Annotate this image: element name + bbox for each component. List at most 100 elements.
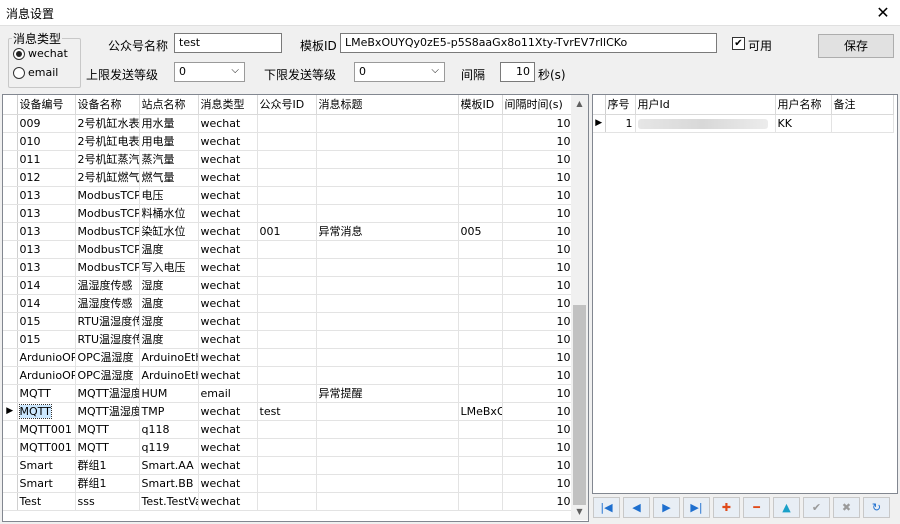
- table-cell[interactable]: 用水量: [139, 114, 199, 133]
- table-cell[interactable]: wechat: [198, 330, 258, 349]
- table-cell[interactable]: ModbusTCP1: [75, 258, 140, 277]
- table-cell[interactable]: [635, 114, 776, 133]
- table-cell[interactable]: ArdunioOPC: [17, 348, 76, 367]
- table-cell[interactable]: [458, 168, 503, 187]
- column-header[interactable]: 消息标题: [316, 95, 459, 115]
- table-cell[interactable]: [257, 456, 317, 475]
- table-cell[interactable]: ModbusTCP1: [75, 204, 140, 223]
- table-cell[interactable]: 异常提醒: [316, 384, 459, 403]
- table-cell[interactable]: [316, 240, 459, 259]
- table-cell[interactable]: [316, 402, 459, 421]
- table-cell[interactable]: wechat: [198, 204, 258, 223]
- table-cell[interactable]: 2号机缸燃气: [75, 168, 140, 187]
- table-cell[interactable]: 014: [17, 294, 76, 313]
- table-cell[interactable]: [257, 330, 317, 349]
- table-cell[interactable]: Smart.BB: [139, 474, 199, 493]
- table-cell[interactable]: [316, 420, 459, 439]
- table-cell[interactable]: [257, 204, 317, 223]
- table-cell[interactable]: 染缸水位: [139, 222, 199, 241]
- table-cell[interactable]: [458, 366, 503, 385]
- column-header[interactable]: 站点名称: [139, 95, 199, 115]
- table-cell[interactable]: RTU温湿度传: [75, 312, 140, 331]
- table-cell[interactable]: 013: [17, 186, 76, 205]
- table-cell[interactable]: 温湿度传感: [75, 294, 140, 313]
- table-row[interactable]: 011 2号机缸蒸汽 蒸汽量 wechat 10: [3, 150, 574, 169]
- radio-wechat[interactable]: wechat: [13, 47, 68, 60]
- table-cell[interactable]: [458, 258, 503, 277]
- radio-email-icon[interactable]: [13, 66, 25, 79]
- table-cell[interactable]: [316, 132, 459, 151]
- scroll-down-icon[interactable]: ▼: [571, 503, 588, 520]
- table-cell[interactable]: 10: [502, 492, 574, 511]
- column-header[interactable]: 消息类型: [198, 95, 258, 115]
- table-row[interactable]: MQTT001 MQTT q118 wechat 10: [3, 420, 574, 439]
- table-cell[interactable]: [257, 132, 317, 151]
- table-cell[interactable]: ModbusTCP1: [75, 240, 140, 259]
- table-cell[interactable]: [257, 384, 317, 403]
- table-cell[interactable]: 10: [502, 150, 574, 169]
- table-cell[interactable]: MQTT001: [17, 420, 76, 439]
- table-cell[interactable]: sss: [75, 492, 140, 511]
- table-cell[interactable]: [458, 204, 503, 223]
- table-cell[interactable]: LMeBxOU: [458, 402, 503, 421]
- table-cell[interactable]: [458, 348, 503, 367]
- table-cell[interactable]: 10: [502, 276, 574, 295]
- column-header[interactable]: 用户Id: [635, 95, 776, 115]
- table-cell[interactable]: [257, 186, 317, 205]
- refresh-record-button[interactable]: ↻: [863, 497, 890, 518]
- table-cell[interactable]: 2号机缸蒸汽: [75, 150, 140, 169]
- column-header[interactable]: 间隔时间(s): [502, 95, 574, 115]
- table-cell[interactable]: [458, 240, 503, 259]
- table-cell[interactable]: wechat: [198, 294, 258, 313]
- table-cell[interactable]: wechat: [198, 222, 258, 241]
- radio-wechat-icon[interactable]: [13, 47, 25, 60]
- table-cell[interactable]: ModbusTCP1: [75, 222, 140, 241]
- table-cell[interactable]: wechat: [198, 402, 258, 421]
- scroll-thumb[interactable]: [573, 305, 586, 505]
- table-cell[interactable]: 10: [502, 330, 574, 349]
- table-cell[interactable]: [257, 114, 317, 133]
- table-cell[interactable]: 010: [17, 132, 76, 151]
- last-record-button[interactable]: ▶|: [683, 497, 710, 518]
- table-cell[interactable]: [458, 474, 503, 493]
- post-record-button[interactable]: ✔: [803, 497, 830, 518]
- table-cell[interactable]: wechat: [198, 150, 258, 169]
- table-row[interactable]: Smart 群组1 Smart.BB wechat 10: [3, 474, 574, 493]
- table-cell[interactable]: MQTT001: [17, 438, 76, 457]
- table-cell[interactable]: [458, 150, 503, 169]
- prior-record-button[interactable]: ◀: [623, 497, 650, 518]
- table-cell[interactable]: wechat: [198, 438, 258, 457]
- table-cell[interactable]: [316, 492, 459, 511]
- table-cell[interactable]: [257, 438, 317, 457]
- first-record-button[interactable]: |◀: [593, 497, 620, 518]
- table-cell[interactable]: 温度: [139, 330, 199, 349]
- table-cell[interactable]: [316, 186, 459, 205]
- table-cell[interactable]: wechat: [198, 366, 258, 385]
- edit-record-button[interactable]: ▲: [773, 497, 800, 518]
- table-cell[interactable]: 012: [17, 168, 76, 187]
- column-header[interactable]: 公众号ID: [257, 95, 317, 115]
- table-cell[interactable]: 10: [502, 294, 574, 313]
- table-row[interactable]: 013 ModbusTCP1染缸水位 wechat 001 异常消息 005 10: [3, 222, 574, 241]
- table-cell[interactable]: OPC温湿度: [75, 348, 140, 367]
- upper-level-select[interactable]: 0 ⌵: [174, 62, 245, 82]
- table-cell[interactable]: [316, 258, 459, 277]
- table-cell[interactable]: [257, 312, 317, 331]
- table-cell[interactable]: 015: [17, 330, 76, 349]
- table-cell[interactable]: [458, 438, 503, 457]
- table-cell[interactable]: 2号机缸电表: [75, 132, 140, 151]
- table-cell[interactable]: ArduinoEthe: [139, 348, 199, 367]
- table-cell[interactable]: 湿度: [139, 276, 199, 295]
- table-cell[interactable]: 1: [605, 114, 636, 133]
- column-header[interactable]: 备注: [831, 95, 894, 115]
- table-cell[interactable]: 温湿度传感: [75, 276, 140, 295]
- table-cell[interactable]: wechat: [198, 168, 258, 187]
- table-cell[interactable]: 10: [502, 312, 574, 331]
- table-cell[interactable]: wechat: [198, 132, 258, 151]
- table-row[interactable]: 012 2号机缸燃气 燃气量 wechat 10: [3, 168, 574, 187]
- interval-input[interactable]: 10: [500, 62, 535, 82]
- table-cell[interactable]: TMP: [139, 402, 199, 421]
- table-row[interactable]: 013 ModbusTCP1温度 wechat 10: [3, 240, 574, 259]
- table-cell[interactable]: [257, 366, 317, 385]
- table-row[interactable]: 015 RTU温湿度传 温度 wechat 10: [3, 330, 574, 349]
